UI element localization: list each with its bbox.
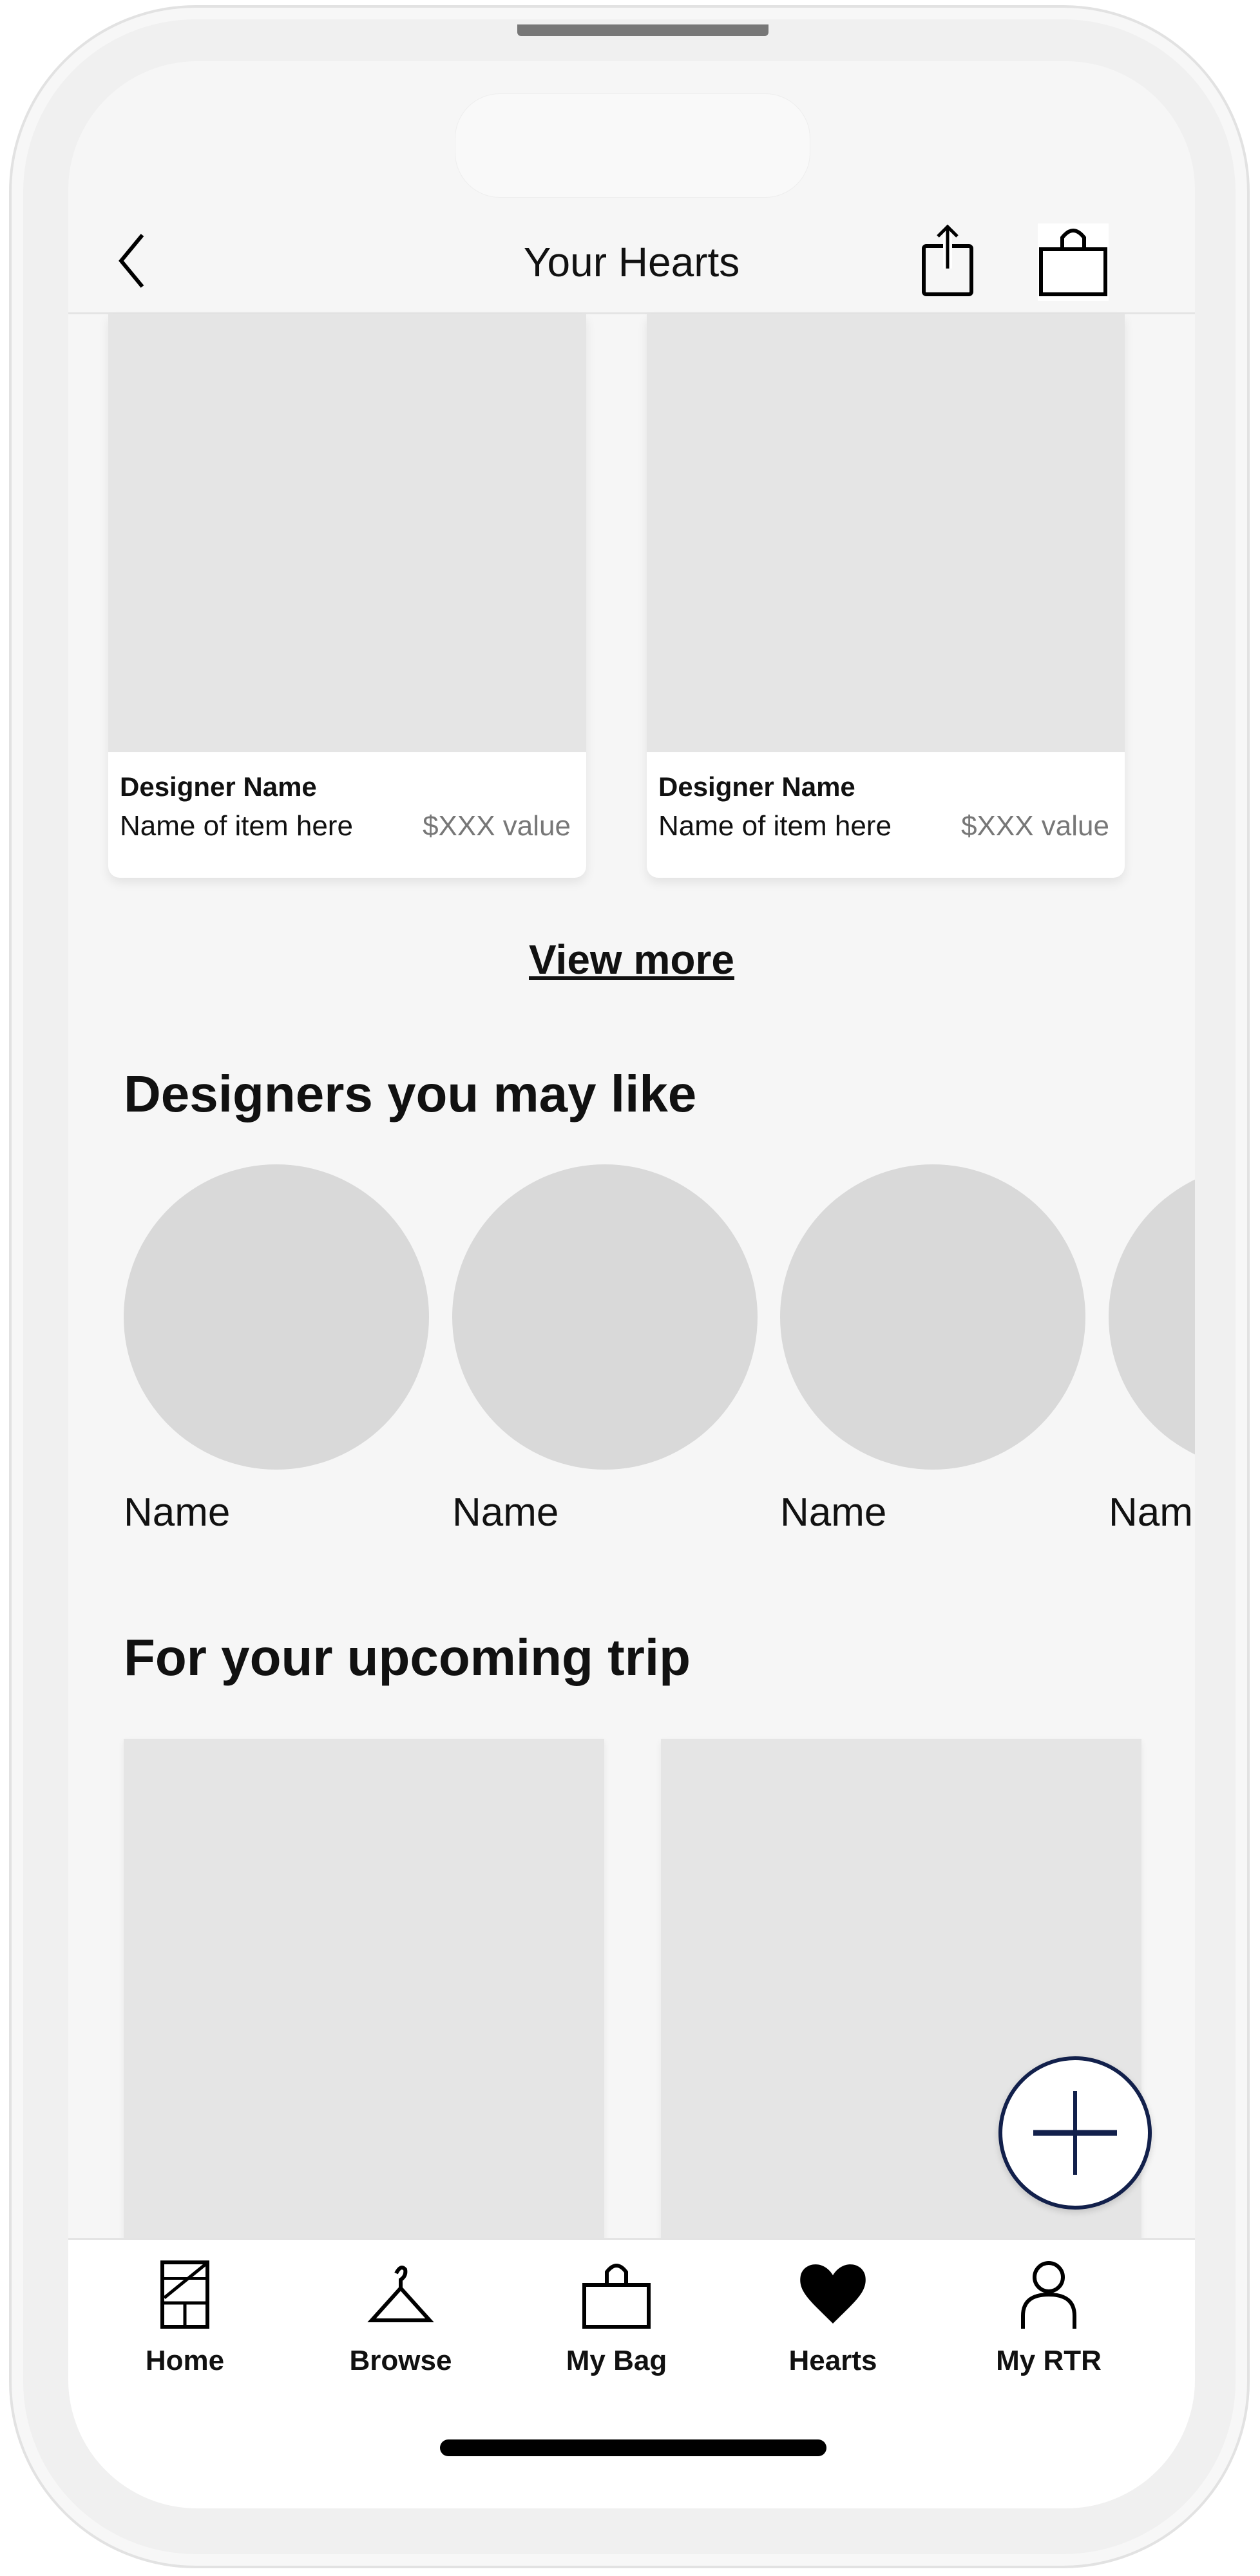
nav-bag-label: My Bag bbox=[566, 2345, 667, 2376]
hearted-item-card[interactable]: Designer Name Name of item here $XXX val… bbox=[647, 314, 1125, 878]
bag-icon bbox=[582, 2264, 651, 2329]
designer-avatar[interactable] bbox=[1109, 1164, 1195, 1470]
add-button[interactable] bbox=[998, 2056, 1152, 2210]
nav-my-rtr[interactable]: My RTR bbox=[965, 2259, 1132, 2377]
nav-hearts[interactable]: Hearts bbox=[749, 2259, 917, 2377]
page-title: Your Hearts bbox=[523, 239, 740, 285]
bottom-nav: Home Browse My Bag Hearts My RTR bbox=[68, 2238, 1195, 2508]
nav-browse-label: Browse bbox=[349, 2345, 452, 2376]
heart-icon bbox=[800, 2264, 866, 2324]
item-name: Name of item here bbox=[120, 810, 353, 842]
plus-icon bbox=[1033, 2091, 1117, 2175]
hanger-icon bbox=[367, 2266, 434, 2322]
share-icon bbox=[922, 224, 973, 296]
item-price: $XXX value bbox=[423, 810, 571, 842]
app-screen: Your Hearts Designer Name Name of item h… bbox=[68, 61, 1195, 2508]
designer-avatar[interactable] bbox=[452, 1164, 758, 1470]
item-price: $XXX value bbox=[961, 810, 1109, 842]
nav-browse[interactable]: Browse bbox=[317, 2259, 484, 2377]
designer-name: Nam bbox=[1109, 1490, 1193, 1535]
speaker bbox=[517, 24, 768, 36]
item-designer: Designer Name bbox=[120, 772, 317, 802]
item-image bbox=[108, 314, 586, 752]
designers-section-title: Designers you may like bbox=[124, 1065, 697, 1122]
nav-hearts-label: Hearts bbox=[788, 2345, 877, 2376]
item-name: Name of item here bbox=[658, 810, 892, 842]
shopping-bag-icon bbox=[1039, 229, 1107, 296]
nav-bag[interactable]: My Bag bbox=[533, 2259, 700, 2377]
share-button[interactable] bbox=[919, 223, 977, 301]
home-indicator bbox=[440, 2439, 826, 2456]
item-image bbox=[647, 314, 1125, 752]
trip-section-title: For your upcoming trip bbox=[124, 1629, 691, 1686]
view-more-link[interactable]: View more bbox=[68, 936, 1195, 983]
designer-avatar[interactable] bbox=[780, 1164, 1085, 1470]
nav-my-rtr-label: My RTR bbox=[996, 2345, 1102, 2376]
bag-button[interactable] bbox=[1038, 223, 1109, 301]
designer-name: Name bbox=[124, 1490, 231, 1535]
hearted-item-card[interactable]: Designer Name Name of item here $XXX val… bbox=[108, 314, 586, 878]
dynamic-island bbox=[455, 93, 810, 198]
person-icon bbox=[1021, 2261, 1076, 2329]
designer-name: Name bbox=[452, 1490, 559, 1535]
item-designer: Designer Name bbox=[658, 772, 855, 802]
top-bar: Your Hearts bbox=[68, 209, 1195, 314]
designer-avatar[interactable] bbox=[124, 1164, 429, 1470]
nav-home[interactable]: Home bbox=[101, 2259, 269, 2377]
home-icon bbox=[160, 2260, 209, 2329]
nav-home-label: Home bbox=[145, 2345, 225, 2376]
designer-name: Name bbox=[780, 1490, 887, 1535]
trip-item-card[interactable] bbox=[124, 1739, 604, 2254]
